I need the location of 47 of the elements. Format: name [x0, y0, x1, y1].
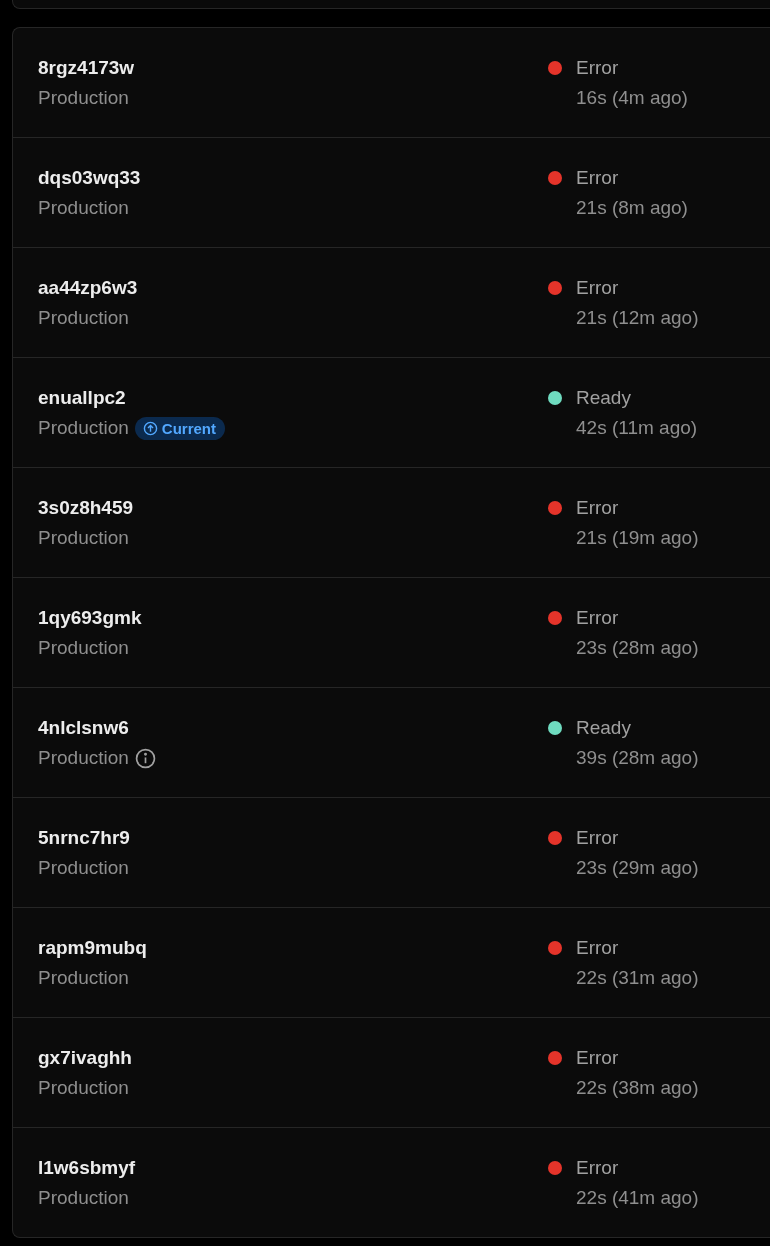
- environment-label: Production: [38, 636, 129, 660]
- deployment-id[interactable]: rapm9mubq: [38, 936, 548, 960]
- status-label: Error: [576, 1156, 619, 1180]
- current-badge: Current: [134, 416, 225, 440]
- duration-text: 22s (38m ago): [576, 1076, 699, 1100]
- duration-text: 22s (41m ago): [576, 1186, 699, 1210]
- deployment-id[interactable]: enuallpc2: [38, 386, 548, 410]
- duration-text: 23s (29m ago): [576, 856, 699, 880]
- status-label: Error: [576, 56, 619, 80]
- status-label: Error: [576, 276, 619, 300]
- deployment-id[interactable]: 8rgz4173w: [38, 56, 548, 80]
- environment-label: Production: [38, 966, 129, 990]
- environment-label: Production: [38, 1076, 129, 1100]
- status-label: Error: [576, 606, 619, 630]
- deployment-id[interactable]: dqs03wq33: [38, 166, 548, 190]
- status-label: Error: [576, 496, 619, 520]
- info-icon[interactable]: [134, 747, 156, 769]
- deployment-id[interactable]: l1w6sbmyf: [38, 1156, 548, 1180]
- environment-label: Production: [38, 196, 129, 220]
- status-label: Error: [576, 1046, 619, 1070]
- duration-text: 39s (28m ago): [576, 746, 699, 770]
- duration-text: 21s (19m ago): [576, 526, 699, 550]
- duration-text: 21s (8m ago): [576, 196, 688, 220]
- status-label: Error: [576, 826, 619, 850]
- environment-label: Production: [38, 856, 129, 880]
- status-label: Error: [576, 936, 619, 960]
- deployment-id[interactable]: aa44zp6w3: [38, 276, 548, 300]
- duration-text: 21s (12m ago): [576, 306, 699, 330]
- environment-label: Production: [38, 86, 129, 110]
- duration-text: 16s (4m ago): [576, 86, 688, 110]
- deployment-id[interactable]: 3s0z8h459: [38, 496, 548, 520]
- environment-label: Production: [38, 746, 129, 770]
- deployment-id[interactable]: 5nrnc7hr9: [38, 826, 548, 850]
- duration-text: 23s (28m ago): [576, 636, 699, 660]
- environment-label: Production: [38, 416, 129, 440]
- environment-label: Production: [38, 306, 129, 330]
- arrow-up-circle-icon: [142, 420, 158, 436]
- deployment-id[interactable]: 1qy693gmk: [38, 606, 548, 630]
- duration-text: 22s (31m ago): [576, 966, 699, 990]
- status-label: Error: [576, 166, 619, 190]
- status-label: Ready: [576, 386, 631, 410]
- environment-label: Production: [38, 526, 129, 550]
- environment-label: Production: [38, 1186, 129, 1210]
- deployment-id[interactable]: 4nlclsnw6: [38, 716, 548, 740]
- deployment-id[interactable]: gx7ivaghh: [38, 1046, 548, 1070]
- duration-text: 42s (11m ago): [576, 416, 698, 440]
- status-label: Ready: [576, 716, 631, 740]
